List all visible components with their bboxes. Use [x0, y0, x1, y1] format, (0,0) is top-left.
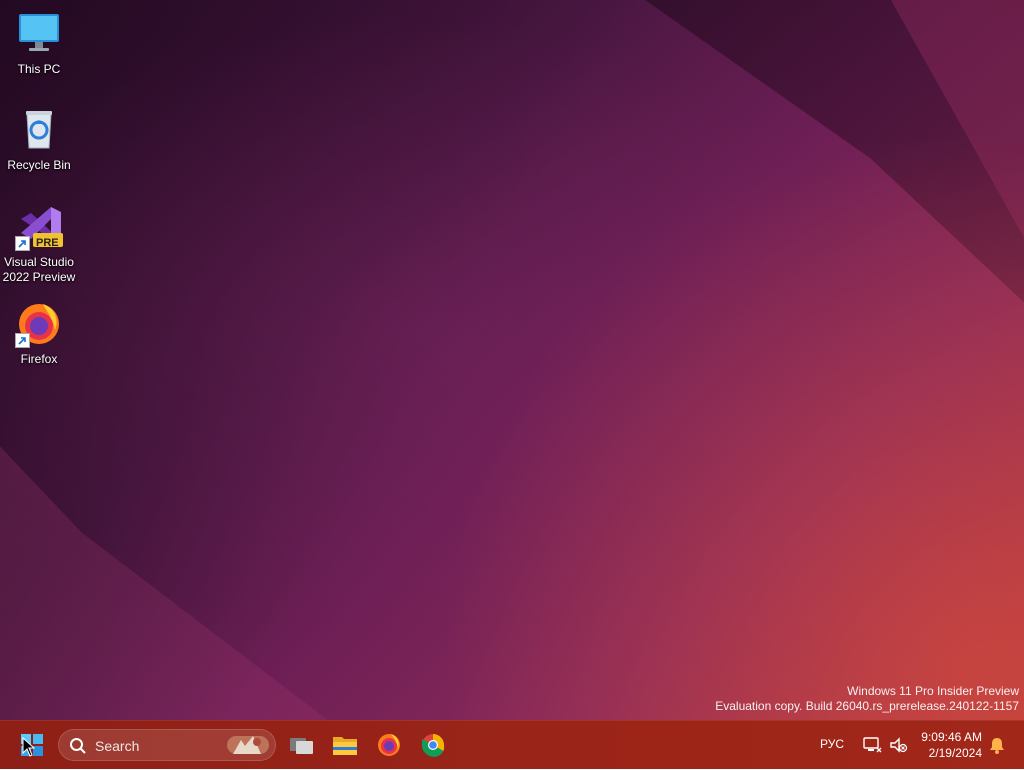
desktop-icon-label: 2022 Preview: [2, 270, 76, 284]
shortcut-arrow-icon: [15, 333, 30, 348]
evaluation-watermark: Windows 11 Pro Insider Preview Evaluatio…: [715, 684, 1019, 714]
desktop-icon-firefox[interactable]: Firefox: [1, 300, 77, 367]
notifications-button[interactable]: [987, 735, 1007, 755]
desktop-icon-label: Recycle Bin: [7, 158, 71, 172]
watermark-line: Evaluation copy. Build 26040.rs_prerelea…: [715, 699, 1019, 713]
wallpaper-shard: [890, 0, 1024, 238]
mouse-cursor-icon: [22, 737, 36, 757]
network-icon[interactable]: [862, 735, 882, 755]
search-highlight-icon: [227, 736, 269, 754]
file-explorer-icon: [333, 737, 357, 755]
visual-studio-preview-icon: PRE: [15, 203, 63, 251]
taskbar-chrome[interactable]: [413, 725, 453, 765]
desktop[interactable]: This PC Recycle Bin PRE Visual Studio 20…: [0, 0, 1024, 720]
input-language-indicator[interactable]: РУС: [820, 737, 844, 751]
monitor-icon: [15, 10, 63, 58]
clock-date: 2/19/2024: [928, 746, 982, 760]
volume-muted-icon[interactable]: [888, 735, 908, 755]
firefox-icon: [378, 734, 400, 756]
wallpaper-shard: [0, 0, 1024, 720]
task-view-button[interactable]: [281, 725, 321, 765]
shortcut-arrow-icon: [15, 236, 30, 251]
bell-icon: [990, 738, 1004, 754]
desktop-icon-label: Firefox: [20, 352, 58, 366]
chrome-icon: [421, 734, 445, 757]
desktop-icon-this-pc[interactable]: This PC: [1, 10, 77, 77]
wallpaper-shard: [0, 446, 328, 720]
desktop-icon-visual-studio[interactable]: PRE Visual Studio 2022 Preview: [1, 203, 77, 285]
taskbar-file-explorer[interactable]: [325, 725, 365, 765]
search-box[interactable]: Search: [58, 729, 276, 761]
clock[interactable]: 9:09:46 AM 2/19/2024: [921, 729, 982, 761]
watermark-line: Windows 11 Pro Insider Preview: [847, 684, 1019, 698]
desktop-icon-label: Visual Studio: [4, 255, 74, 269]
task-view-icon: [290, 738, 313, 754]
wallpaper-shard: [0, 0, 1024, 720]
recycle-bin-icon: [15, 106, 63, 154]
taskbar-firefox[interactable]: [369, 725, 409, 765]
firefox-icon: [15, 300, 63, 348]
wallpaper-shard: [0, 0, 1024, 720]
search-icon: [70, 738, 86, 754]
wallpaper-shard: [645, 0, 1024, 303]
taskbar: Search РУС 9:09:46 AM 2/19/2024: [0, 720, 1024, 769]
clock-time: 9:09:46 AM: [921, 730, 982, 744]
desktop-icon-label: This PC: [17, 62, 61, 76]
preview-badge: PRE: [36, 237, 59, 249]
desktop-icon-recycle-bin[interactable]: Recycle Bin: [1, 106, 77, 173]
search-placeholder: Search: [95, 738, 140, 754]
